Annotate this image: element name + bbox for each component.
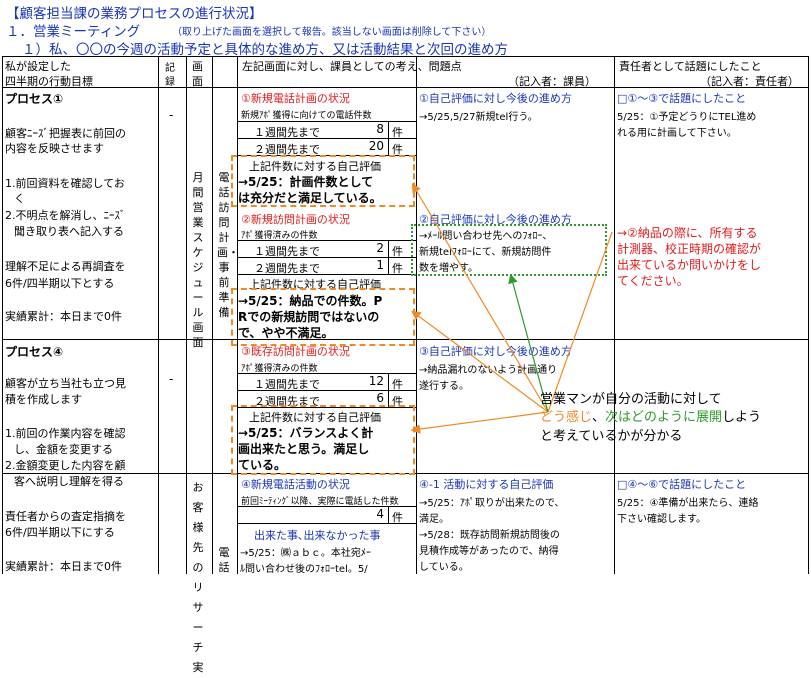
callout-text: 営業マンが自分の活動に対して xyxy=(540,392,722,407)
callout-green-phrase: 次はどのように展開 xyxy=(605,410,723,425)
callout-text: と考えているかが分かる xyxy=(540,429,683,444)
callout-text-line-2: どう感じ、次はどのように展開しよう xyxy=(540,406,761,425)
callout-orange-phrase: どう感じ xyxy=(540,410,593,425)
callout-separator: 、 xyxy=(592,410,606,425)
callout-tail: しよう xyxy=(722,410,762,425)
callout-arrows xyxy=(410,182,613,434)
